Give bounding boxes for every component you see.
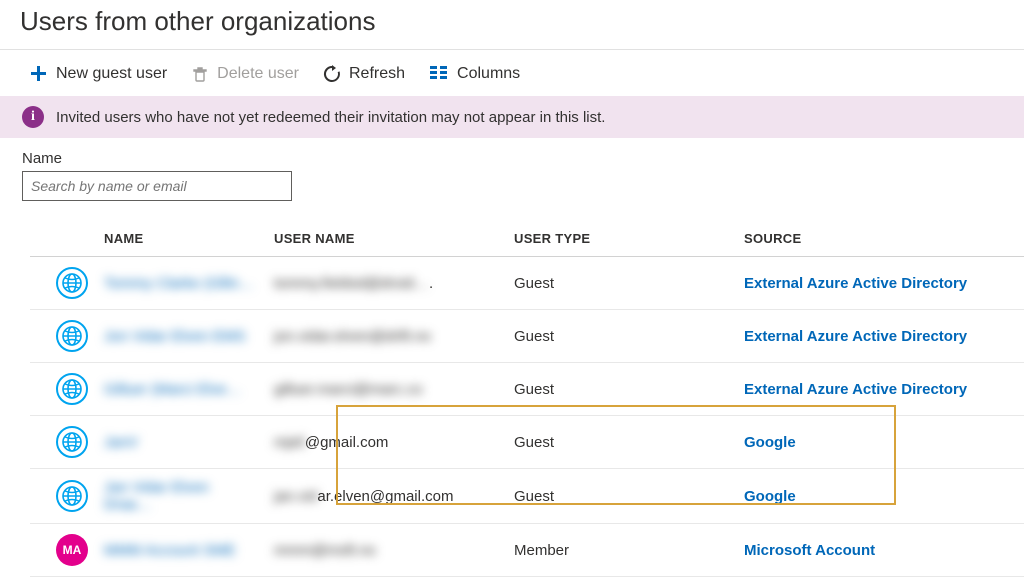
filter-label: Name	[22, 150, 1002, 167]
user-username: gilluer.marci@marc.co	[274, 381, 423, 398]
user-username: mjeli@gmail.com	[274, 434, 388, 451]
table-row[interactable]: Gilluer (Marci Elve… gilluer.marci@marc.c…	[30, 363, 1024, 416]
user-name-link[interactable]: Gilluer (Marci Elve…	[104, 381, 242, 398]
columns-icon	[429, 65, 449, 83]
columns-label: Columns	[457, 65, 520, 83]
table-header-name[interactable]: NAME	[96, 221, 266, 257]
page-title: Users from other organizations	[0, 0, 1024, 50]
globe-icon	[56, 320, 88, 352]
user-type: Guest	[506, 416, 736, 469]
table-row[interactable]: Jan Vidar Elven Draa… jan.vidar.elven@gma…	[30, 469, 1024, 524]
user-name-link[interactable]: MMM Account SME	[104, 542, 236, 559]
filter-zone: Name	[0, 138, 1024, 205]
users-table: NAME USER NAME USER TYPE SOURCE Tommy Cl…	[30, 221, 1024, 577]
table-row[interactable]: JanV mjeli@gmail.com Guest Google	[30, 416, 1024, 469]
user-type: Guest	[506, 310, 736, 363]
user-source-link[interactable]: External Azure Active Directory	[744, 275, 967, 292]
info-banner: i Invited users who have not yet redeeme…	[0, 96, 1024, 138]
avatar-initials: MA	[56, 534, 88, 566]
globe-icon	[56, 267, 88, 299]
user-source-link[interactable]: Google	[744, 488, 796, 505]
refresh-icon	[323, 65, 341, 83]
user-name-link[interactable]: Jon Vidar Elven EMS	[104, 328, 245, 345]
user-name-link[interactable]: JanV	[104, 434, 138, 451]
trash-icon	[191, 65, 209, 83]
user-type: Guest	[506, 363, 736, 416]
user-name-link[interactable]: Jan Vidar Elven Draa…	[104, 479, 258, 513]
user-type: Member	[506, 524, 736, 577]
globe-icon	[56, 373, 88, 405]
user-type: Guest	[506, 257, 736, 310]
columns-button[interactable]: Columns	[429, 65, 520, 83]
new-guest-user-label: New guest user	[56, 65, 167, 83]
user-username: jon.vidar.elven@drift.no	[274, 328, 431, 345]
toolbar: New guest user Delete user Refresh Colum…	[0, 50, 1024, 96]
user-username: mmm@msft.no	[274, 542, 376, 559]
info-banner-text: Invited users who have not yet redeemed …	[56, 109, 605, 126]
user-source-link[interactable]: Microsoft Account	[744, 542, 875, 559]
info-icon: i	[22, 106, 44, 128]
refresh-button[interactable]: Refresh	[323, 65, 405, 83]
table-header-avatar	[30, 221, 96, 257]
globe-icon	[56, 426, 88, 458]
new-guest-user-button[interactable]: New guest user	[28, 64, 167, 84]
user-type: Guest	[506, 469, 736, 524]
table-header-username[interactable]: USER NAME	[266, 221, 506, 257]
table-header-source[interactable]: SOURCE	[736, 221, 1024, 257]
refresh-label: Refresh	[349, 65, 405, 83]
user-source-link[interactable]: External Azure Active Directory	[744, 328, 967, 345]
search-input[interactable]	[22, 171, 292, 201]
user-source-link[interactable]: Google	[744, 434, 796, 451]
table-wrap: NAME USER NAME USER TYPE SOURCE Tommy Cl…	[0, 221, 1024, 577]
table-row[interactable]: MA MMM Account SME mmm@msft.no Member Micros…	[30, 524, 1024, 577]
globe-icon	[56, 480, 88, 512]
table-row[interactable]: Tommy Clarke (Gllin… tommy.fieldsd@droid……	[30, 257, 1024, 310]
user-name-link[interactable]: Tommy Clarke (Gllin…	[104, 275, 254, 292]
table-row[interactable]: Jon Vidar Elven EMS jon.vidar.elven@drift…	[30, 310, 1024, 363]
plus-icon	[28, 64, 48, 84]
table-header-usertype[interactable]: USER TYPE	[506, 221, 736, 257]
user-username: jan.vidar.elven@gmail.com	[274, 488, 453, 505]
delete-user-button: Delete user	[191, 65, 299, 83]
user-source-link[interactable]: External Azure Active Directory	[744, 381, 967, 398]
user-username: tommy.fieldsd@droid….	[274, 275, 433, 292]
delete-user-label: Delete user	[217, 65, 299, 83]
